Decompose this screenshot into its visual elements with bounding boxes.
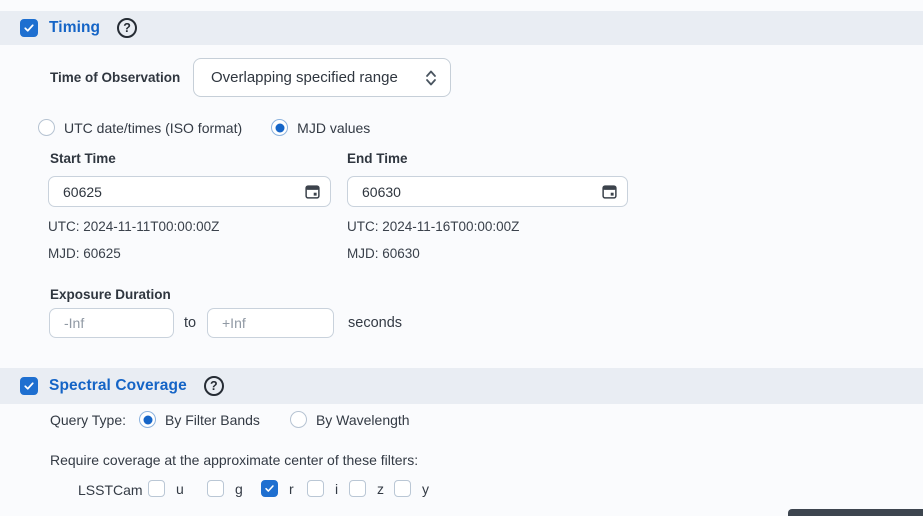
timing-section-title: Timing xyxy=(49,19,100,37)
spectral-section-title: Spectral Coverage xyxy=(49,377,187,395)
filter-bands-row: LSSTCam u g r i z y xyxy=(0,480,923,500)
end-mjd-text: MJD: 60630 xyxy=(347,246,420,261)
start-time-input[interactable] xyxy=(49,177,305,206)
band-g-checkbox[interactable] xyxy=(207,480,224,497)
start-mjd-text: MJD: 60625 xyxy=(48,246,121,261)
band-i-checkbox[interactable] xyxy=(307,480,324,497)
band-r-checkbox[interactable] xyxy=(261,480,278,497)
utc-mode-label[interactable]: UTC date/times (ISO format) xyxy=(64,120,242,136)
band-u-label[interactable]: u xyxy=(176,481,184,497)
time-of-observation-value: Overlapping specified range xyxy=(211,69,398,86)
exposure-joiner-text: to xyxy=(184,315,196,331)
timing-section-checkbox[interactable] xyxy=(20,19,38,37)
band-group-r: r xyxy=(261,480,294,497)
query-type-label: Query Type: xyxy=(50,412,126,428)
by-filter-bands-label[interactable]: By Filter Bands xyxy=(165,412,260,428)
exposure-max-field xyxy=(207,308,334,338)
start-calendar-icon[interactable] xyxy=(305,184,320,199)
band-z-checkbox[interactable] xyxy=(349,480,366,497)
timing-section-header: Timing ? xyxy=(0,11,923,45)
end-calendar-icon[interactable] xyxy=(602,184,617,199)
bottom-cutoff-bar xyxy=(788,509,923,516)
band-group-y: y xyxy=(394,480,429,497)
select-chevrons-icon xyxy=(425,69,437,87)
band-group-u: u xyxy=(148,480,184,497)
exposure-max-input[interactable] xyxy=(208,309,323,337)
end-time-input[interactable] xyxy=(348,177,602,206)
band-group-g: g xyxy=(207,480,243,497)
timing-help-icon[interactable]: ? xyxy=(117,18,137,38)
camera-label: LSSTCam xyxy=(78,482,143,498)
start-utc-text: UTC: 2024-11-11T00:00:00Z xyxy=(48,219,219,234)
by-filter-bands-radio[interactable] xyxy=(139,411,156,428)
band-g-label[interactable]: g xyxy=(235,481,243,497)
spectral-section-checkbox[interactable] xyxy=(20,377,38,395)
band-group-i: i xyxy=(307,480,338,497)
by-wavelength-label[interactable]: By Wavelength xyxy=(316,412,410,428)
by-wavelength-radio[interactable] xyxy=(290,411,307,428)
spectral-section-header: Spectral Coverage ? xyxy=(0,368,923,404)
exposure-unit-text: seconds xyxy=(348,315,402,331)
mjd-mode-label[interactable]: MJD values xyxy=(297,120,370,136)
exposure-min-input[interactable] xyxy=(50,309,163,337)
time-of-observation-select[interactable]: Overlapping specified range xyxy=(193,58,451,97)
time-mode-radio-group: UTC date/times (ISO format) MJD values xyxy=(38,119,370,136)
spectral-help-icon[interactable]: ? xyxy=(204,376,224,396)
band-r-label[interactable]: r xyxy=(289,481,294,497)
band-y-label[interactable]: y xyxy=(422,481,429,497)
band-u-checkbox[interactable] xyxy=(148,480,165,497)
band-i-label[interactable]: i xyxy=(335,481,338,497)
start-time-field xyxy=(48,176,331,207)
exposure-min-field xyxy=(49,308,174,338)
end-time-field xyxy=(347,176,628,207)
checkmark-icon xyxy=(23,380,35,392)
band-z-label[interactable]: z xyxy=(377,481,384,497)
band-y-checkbox[interactable] xyxy=(394,480,411,497)
filters-instruction: Require coverage at the approximate cent… xyxy=(50,452,418,468)
query-type-radio-group: By Filter Bands By Wavelength xyxy=(139,411,410,428)
time-of-observation-label: Time of Observation xyxy=(50,70,180,85)
utc-mode-radio[interactable] xyxy=(38,119,55,136)
exposure-duration-label: Exposure Duration xyxy=(50,287,171,302)
start-time-label: Start Time xyxy=(50,151,116,166)
end-utc-text: UTC: 2024-11-16T00:00:00Z xyxy=(347,219,519,234)
checkmark-icon xyxy=(264,483,275,494)
checkmark-icon xyxy=(23,22,35,34)
end-time-label: End Time xyxy=(347,151,408,166)
mjd-mode-radio[interactable] xyxy=(271,119,288,136)
band-group-z: z xyxy=(349,480,384,497)
